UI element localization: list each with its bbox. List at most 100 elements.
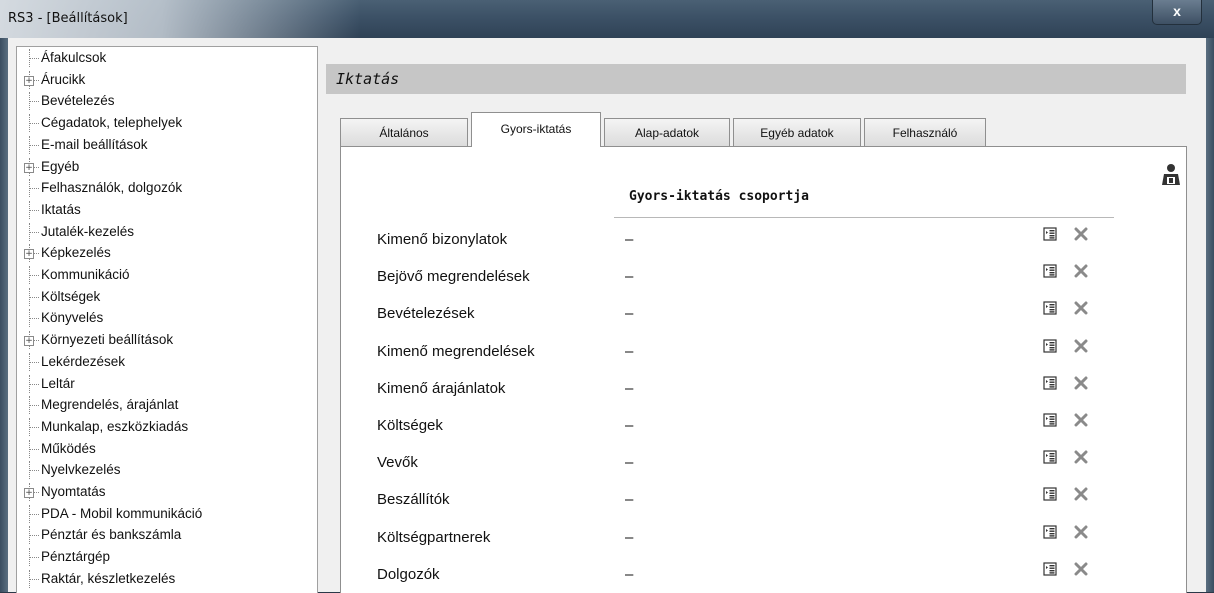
tree-connector bbox=[29, 426, 39, 428]
clear-x-icon[interactable] bbox=[1074, 339, 1088, 353]
tree-connector bbox=[29, 405, 39, 407]
settings-row: Bevételezések – bbox=[341, 301, 1186, 329]
tree-connector bbox=[29, 275, 39, 276]
tree-connector bbox=[29, 58, 39, 59]
settings-row: Költségpartnerek – bbox=[341, 524, 1186, 553]
tree-item-label: Könyvelés bbox=[41, 310, 104, 326]
select-list-icon[interactable] bbox=[1043, 376, 1057, 390]
settings-tree[interactable]: Áfakulcsok + Árucikk Bevételezés Cégadatok, … bbox=[16, 46, 318, 593]
clear-x-icon[interactable] bbox=[1074, 525, 1088, 539]
tree-connector bbox=[29, 383, 39, 385]
select-list-icon[interactable] bbox=[1043, 413, 1057, 427]
row-value[interactable]: – bbox=[625, 454, 633, 471]
clear-x-icon[interactable] bbox=[1074, 450, 1088, 464]
window-frame-left bbox=[0, 38, 8, 592]
window-titlebar: RS3 - [Beállítások] x bbox=[0, 0, 1214, 38]
tree-item-label: Pénztárgép bbox=[41, 549, 111, 565]
window-client-area: Áfakulcsok + Árucikk Bevételezés Cégadatok, … bbox=[8, 38, 1206, 593]
select-list-icon[interactable] bbox=[1043, 562, 1057, 576]
tab-felhasználó[interactable]: Felhasználó bbox=[864, 118, 986, 146]
tree-connector bbox=[29, 318, 39, 320]
tree-connector bbox=[29, 123, 39, 125]
row-value[interactable]: – bbox=[625, 529, 633, 546]
tree-connector bbox=[29, 361, 39, 363]
clear-x-icon[interactable] bbox=[1074, 301, 1088, 315]
row-label: Bevételezések bbox=[377, 305, 475, 323]
tree-item-label: Cégadatok, telephelyek bbox=[41, 115, 183, 131]
settings-row: Beszállítók – bbox=[341, 487, 1186, 515]
select-list-icon[interactable] bbox=[1043, 450, 1057, 464]
tree-connector bbox=[29, 101, 39, 103]
tree-item-label: Leltár bbox=[41, 375, 75, 391]
expand-icon[interactable]: + bbox=[24, 336, 34, 347]
row-value[interactable]: – bbox=[625, 268, 633, 285]
expand-icon[interactable]: + bbox=[24, 75, 34, 86]
tree-connector bbox=[29, 188, 39, 190]
select-list-icon[interactable] bbox=[1043, 301, 1057, 315]
settings-row: Kimenő megrendelések – bbox=[341, 338, 1186, 367]
expand-icon[interactable]: + bbox=[24, 249, 34, 260]
row-value[interactable]: – bbox=[625, 305, 633, 322]
select-list-icon[interactable] bbox=[1043, 524, 1057, 539]
tree-connector bbox=[29, 578, 39, 580]
select-list-icon[interactable] bbox=[1043, 264, 1057, 278]
close-button[interactable]: x bbox=[1152, 0, 1202, 25]
section-title: Iktatás bbox=[336, 70, 400, 88]
group-divider bbox=[614, 217, 1114, 218]
tree-item-label: Költségek bbox=[41, 288, 101, 304]
row-value[interactable]: – bbox=[625, 380, 633, 397]
row-label: Beszállítók bbox=[377, 491, 450, 509]
tree-connector bbox=[29, 144, 39, 146]
tab-alap-adatok[interactable]: Alap-adatok bbox=[604, 118, 730, 146]
clear-x-icon[interactable] bbox=[1074, 227, 1088, 241]
tree-item-label: Kommunikáció bbox=[41, 267, 130, 282]
settings-row: Kimenő bizonylatok – bbox=[341, 227, 1186, 255]
tree-connector bbox=[29, 470, 39, 472]
select-list-icon[interactable] bbox=[1043, 227, 1057, 241]
row-value[interactable]: – bbox=[625, 566, 633, 583]
tree-item-label: Pénztár és bankszámla bbox=[41, 527, 182, 543]
tree-item-label: Megrendelés, árajánlat bbox=[41, 397, 179, 413]
row-label: Bejövő megrendelések bbox=[377, 268, 530, 286]
tree-item-label: Munkalap, eszközkiadás bbox=[41, 418, 189, 434]
row-value[interactable]: – bbox=[625, 343, 633, 360]
settings-panel: Iktatás Általános Gyors-iktatás Alap-adato… bbox=[326, 46, 1206, 593]
tree-item-label: Lekérdezések bbox=[41, 353, 126, 369]
tree-item-label: Bevételezés bbox=[41, 93, 115, 109]
tab-gyors-iktatás[interactable]: Gyors-iktatás bbox=[471, 112, 601, 147]
section-header: Iktatás bbox=[326, 64, 1186, 94]
tab-egyéb-adatok[interactable]: Egyéb adatok bbox=[733, 118, 861, 146]
row-label: Dolgozók bbox=[377, 565, 440, 583]
tree-item-label: Raktár, készletkezelés bbox=[41, 570, 176, 586]
select-list-icon[interactable] bbox=[1043, 487, 1057, 501]
user-permissions-icon[interactable] bbox=[1159, 163, 1183, 187]
expand-icon[interactable]: + bbox=[24, 488, 34, 498]
tree-item-label: Képkezelés bbox=[41, 245, 111, 261]
tree-connector bbox=[29, 209, 39, 211]
clear-x-icon[interactable] bbox=[1074, 487, 1088, 501]
row-label: Kimenő megrendelések bbox=[377, 342, 535, 360]
settings-row: Költségek – bbox=[341, 413, 1186, 441]
row-label: Költségek bbox=[377, 417, 443, 434]
row-value[interactable]: – bbox=[625, 417, 633, 434]
tree-item-label: Iktatás bbox=[41, 201, 81, 217]
row-label: Költségpartnerek bbox=[377, 528, 491, 546]
tree-connector bbox=[29, 557, 39, 559]
clear-x-icon[interactable] bbox=[1074, 562, 1088, 576]
tab-általános[interactable]: Általános bbox=[340, 118, 468, 146]
select-list-icon[interactable] bbox=[1043, 338, 1057, 353]
clear-x-icon[interactable] bbox=[1074, 264, 1088, 278]
row-label: Kimenő bizonylatok bbox=[377, 231, 508, 248]
tree-connector bbox=[29, 296, 39, 298]
tree-item-label: Nyomtatás bbox=[41, 484, 106, 499]
tree-connector bbox=[29, 535, 39, 537]
row-value[interactable]: – bbox=[625, 231, 633, 248]
clear-x-icon[interactable] bbox=[1074, 376, 1088, 390]
clear-x-icon[interactable] bbox=[1074, 413, 1088, 427]
row-label: Kimenő árajánlatok bbox=[377, 379, 506, 397]
tree-item-label: Jutalék-kezelés bbox=[41, 223, 135, 239]
settings-row: Bejövő megrendelések – bbox=[341, 264, 1186, 292]
tree-item-label: Környezeti beállítások bbox=[41, 332, 174, 348]
expand-icon[interactable]: + bbox=[24, 162, 34, 173]
row-value[interactable]: – bbox=[625, 491, 633, 508]
